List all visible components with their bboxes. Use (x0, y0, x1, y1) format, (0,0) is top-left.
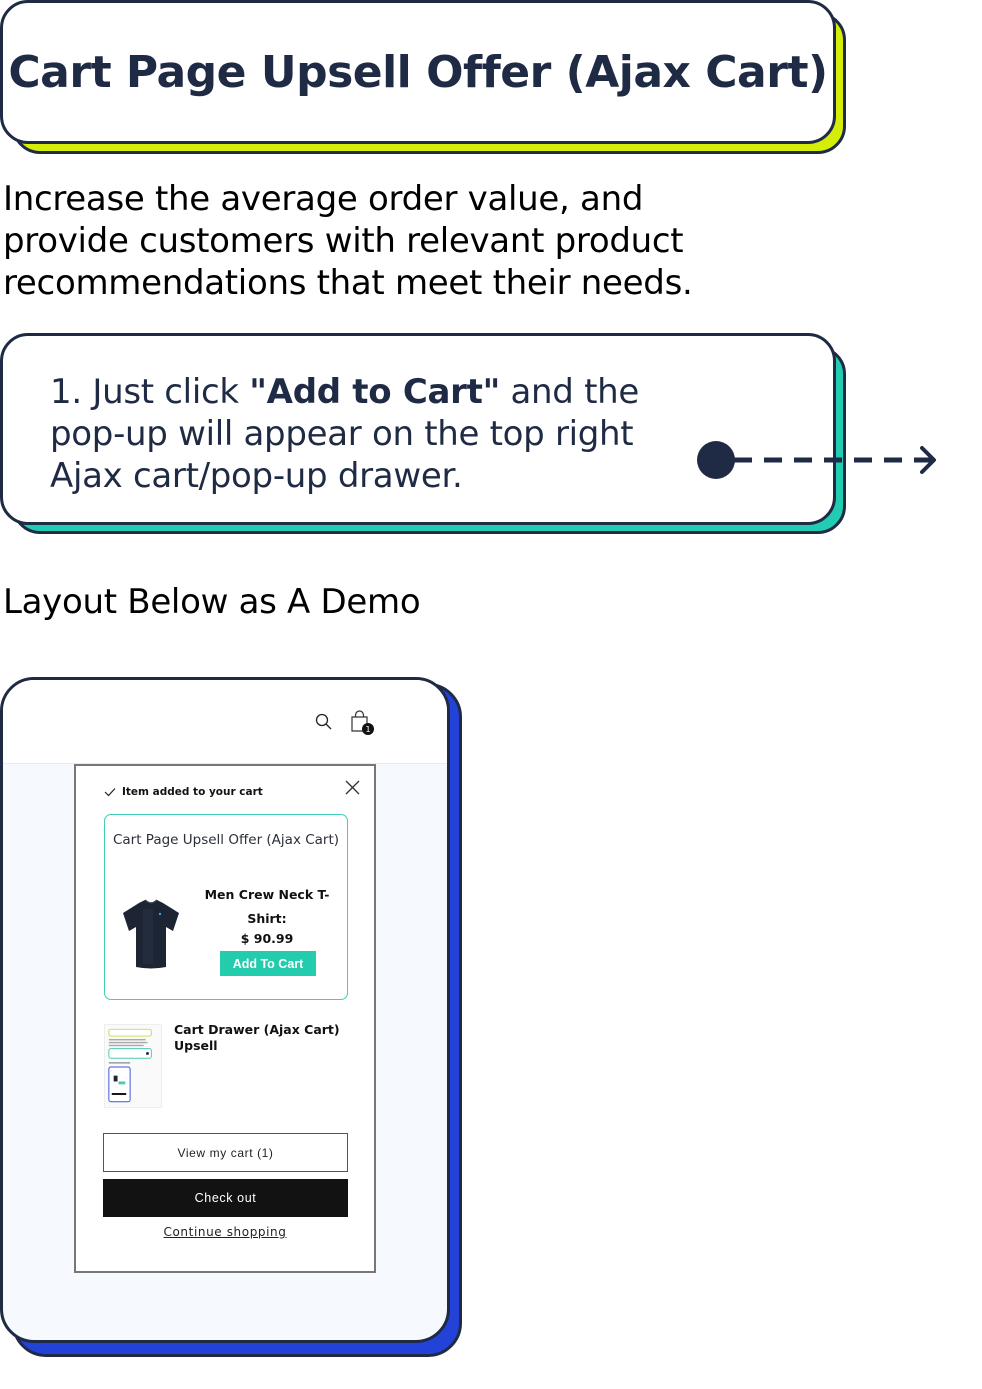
tshirt-product-image (123, 899, 179, 969)
title-card: Cart Page Upsell Offer (Ajax Cart) (0, 0, 836, 144)
step-text: 1. Just click "Add to Cart" and the pop-… (50, 371, 690, 497)
upsell-offer-box: Cart Page Upsell Offer (Ajax Cart) Men C… (104, 814, 348, 1000)
close-icon[interactable] (345, 780, 360, 795)
demo-store-preview: 1 Item added to your cart Cart Page Upse… (0, 677, 450, 1343)
view-cart-button[interactable]: View my cart (1) (103, 1133, 348, 1172)
upsell-title: Cart Page Upsell Offer (Ajax Cart) (112, 832, 340, 848)
step-highlight: "Add to Cart" (249, 372, 500, 412)
continue-shopping-link[interactable]: Continue shopping (76, 1225, 374, 1239)
dashed-arrow-connector (697, 441, 936, 479)
search-icon[interactable] (315, 713, 333, 731)
add-to-cart-button[interactable]: Add To Cart (220, 951, 316, 976)
cart-notification-popup: Item added to your cart Cart Page Upsell… (74, 764, 376, 1273)
checkout-button[interactable]: Check out (103, 1179, 348, 1217)
page-title: Cart Page Upsell Offer (Ajax Cart) (8, 46, 828, 98)
layout-label: Layout Below as A Demo (3, 582, 421, 622)
step-prefix: 1. Just click (50, 372, 250, 412)
cart-count: 1 (365, 725, 370, 734)
step-card: 1. Just click "Add to Cart" and the pop-… (0, 333, 836, 525)
shopping-bag-icon[interactable]: 1 (348, 708, 376, 736)
check-icon (104, 788, 116, 797)
product-name: Men Crew Neck T-Shirt: (204, 887, 330, 926)
connector-dot (697, 441, 735, 479)
intro-text: Increase the average order value, and pr… (3, 179, 693, 303)
item-added-message: Item added to your cart (122, 786, 263, 798)
cart-drawer-thumbnail (104, 1024, 162, 1108)
drawer-item-title[interactable]: Cart Drawer (Ajax Cart) Upsell (174, 1022, 354, 1054)
store-header: 1 (3, 680, 447, 764)
product-price: $ 90.99 (240, 931, 294, 946)
item-added-row: Item added to your cart (104, 786, 263, 798)
